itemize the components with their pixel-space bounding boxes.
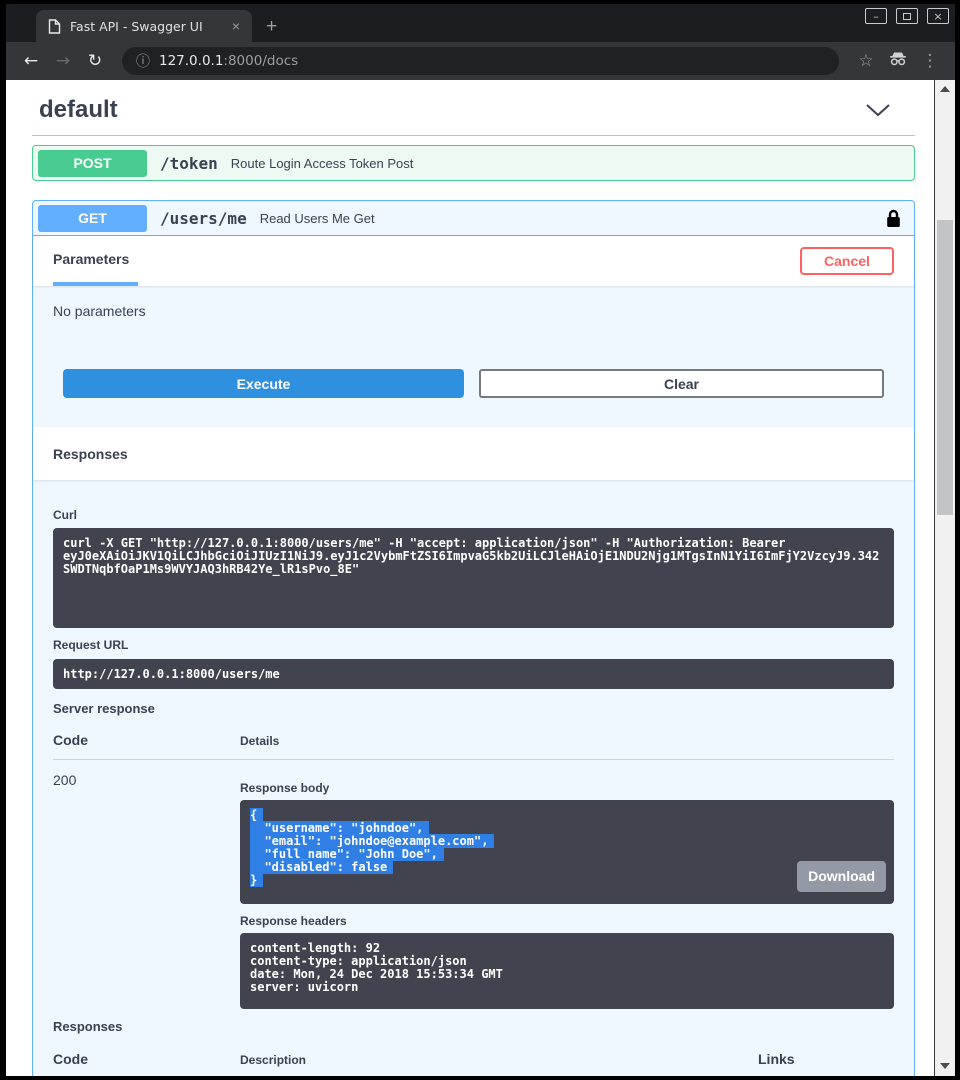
minimize-button[interactable]: – (865, 8, 887, 24)
server-response-row: 200 Response body { "username": "johndoe… (53, 760, 894, 1009)
window-controls: – × (865, 8, 949, 24)
request-url-block: http://127.0.0.1:8000/users/me (53, 659, 894, 689)
menu-icon[interactable]: ⋮ (917, 51, 943, 71)
links-column-header: Links (758, 1051, 894, 1067)
description-column-header: Description (240, 1053, 758, 1067)
status-code: 200 (53, 772, 240, 1009)
code-column-header-2: Code (53, 1051, 240, 1067)
site-info-icon[interactable]: ⓘ (136, 51, 150, 71)
parameters-tab[interactable]: Parameters (53, 236, 138, 286)
incognito-icon (885, 51, 911, 71)
tab-close-icon[interactable]: × (228, 18, 244, 34)
reload-button[interactable]: ↻ (82, 51, 108, 71)
opblock-get-users-me: GET /users/me Read Users Me Get Paramete… (32, 200, 915, 1076)
request-url-label: Request URL (53, 638, 894, 652)
download-button[interactable]: Download (797, 861, 886, 892)
curl-label: Curl (53, 508, 894, 522)
response-body-json: { "username": "johndoe", "email": "johnd… (250, 808, 494, 887)
swagger-page: default POST /token Route Login Access T… (6, 80, 934, 1076)
maximize-button[interactable] (896, 8, 918, 24)
curl-command-block: curl -X GET "http://127.0.0.1:8000/users… (53, 528, 894, 628)
response-body-block: { "username": "johndoe", "email": "johnd… (240, 800, 894, 904)
tab-bar: Fast API - Swagger UI × + – × (6, 4, 955, 42)
execute-row: Execute Clear (63, 369, 884, 398)
opblock-post-token[interactable]: POST /token Route Login Access Token Pos… (32, 145, 915, 181)
responses-body: Curl curl -X GET "http://127.0.0.1:8000/… (33, 480, 914, 1076)
execute-button[interactable]: Execute (63, 369, 464, 398)
parameters-body: No parameters Execute Clear (33, 286, 914, 427)
method-badge-get: GET (38, 205, 147, 232)
back-button[interactable]: ← (18, 51, 44, 71)
browser-window: Fast API - Swagger UI × + – × ← → ↻ ⓘ 12… (6, 4, 955, 1076)
browser-toolbar: ← → ↻ ⓘ 127.0.0.1:8000/docs ☆ ⋮ (6, 42, 955, 80)
endpoint-path-users-me: /users/me (160, 209, 247, 228)
server-response-table-header: Code Details (53, 732, 894, 760)
url-bar[interactable]: ⓘ 127.0.0.1:8000/docs (122, 47, 839, 75)
response-details-cell: Response body { "username": "johndoe", "… (240, 772, 894, 1009)
bookmark-star-icon[interactable]: ☆ (853, 51, 879, 71)
clear-button[interactable]: Clear (479, 369, 884, 398)
responses-title: Responses (53, 446, 128, 462)
new-tab-button[interactable]: + (266, 17, 277, 36)
api-section-header: default (32, 94, 915, 136)
responses-table-header: Code Description Links (53, 1051, 894, 1076)
url-host: 127.0.0.1 (159, 53, 223, 69)
responses-header: Responses (33, 427, 914, 480)
server-response-label: Server response (53, 701, 894, 716)
page-content: default POST /token Route Login Access T… (6, 80, 955, 1076)
method-badge-post: POST (38, 150, 147, 177)
no-parameters-text: No parameters (53, 303, 894, 319)
lock-icon[interactable] (886, 209, 901, 228)
scroll-down-arrow[interactable] (940, 1063, 950, 1069)
tab-title: Fast API - Swagger UI (70, 19, 219, 34)
endpoint-summary-users-me: Read Users Me Get (260, 211, 375, 226)
opblock-header-get[interactable]: GET /users/me Read Users Me Get (33, 201, 914, 236)
response-body-label: Response body (240, 781, 894, 795)
url-path: :8000/docs (223, 53, 298, 69)
response-headers-block: content-length: 92 content-type: applica… (240, 933, 894, 1009)
section-collapse-chevron-icon[interactable] (865, 103, 891, 117)
response-headers-label: Response headers (240, 914, 894, 928)
maximize-icon (903, 13, 911, 20)
details-column-header: Details (240, 734, 894, 748)
page-favicon-icon (48, 19, 61, 34)
code-column-header: Code (53, 732, 240, 748)
url-text[interactable]: 127.0.0.1:8000/docs (159, 53, 298, 69)
tab-fastapi-swagger[interactable]: Fast API - Swagger UI × (36, 10, 252, 42)
parameters-header: Parameters Cancel (33, 236, 914, 286)
cancel-button[interactable]: Cancel (800, 247, 894, 275)
scroll-up-arrow[interactable] (940, 86, 950, 92)
page-title: default (39, 96, 118, 124)
scroll-thumb[interactable] (937, 220, 953, 515)
page-scrollbar[interactable] (934, 80, 955, 1076)
forward-button[interactable]: → (50, 51, 76, 71)
endpoint-path-token: /token (160, 154, 218, 173)
endpoint-summary-token: Route Login Access Token Post (231, 156, 414, 171)
responses-label: Responses (53, 1019, 894, 1034)
close-window-button[interactable]: × (927, 8, 949, 24)
